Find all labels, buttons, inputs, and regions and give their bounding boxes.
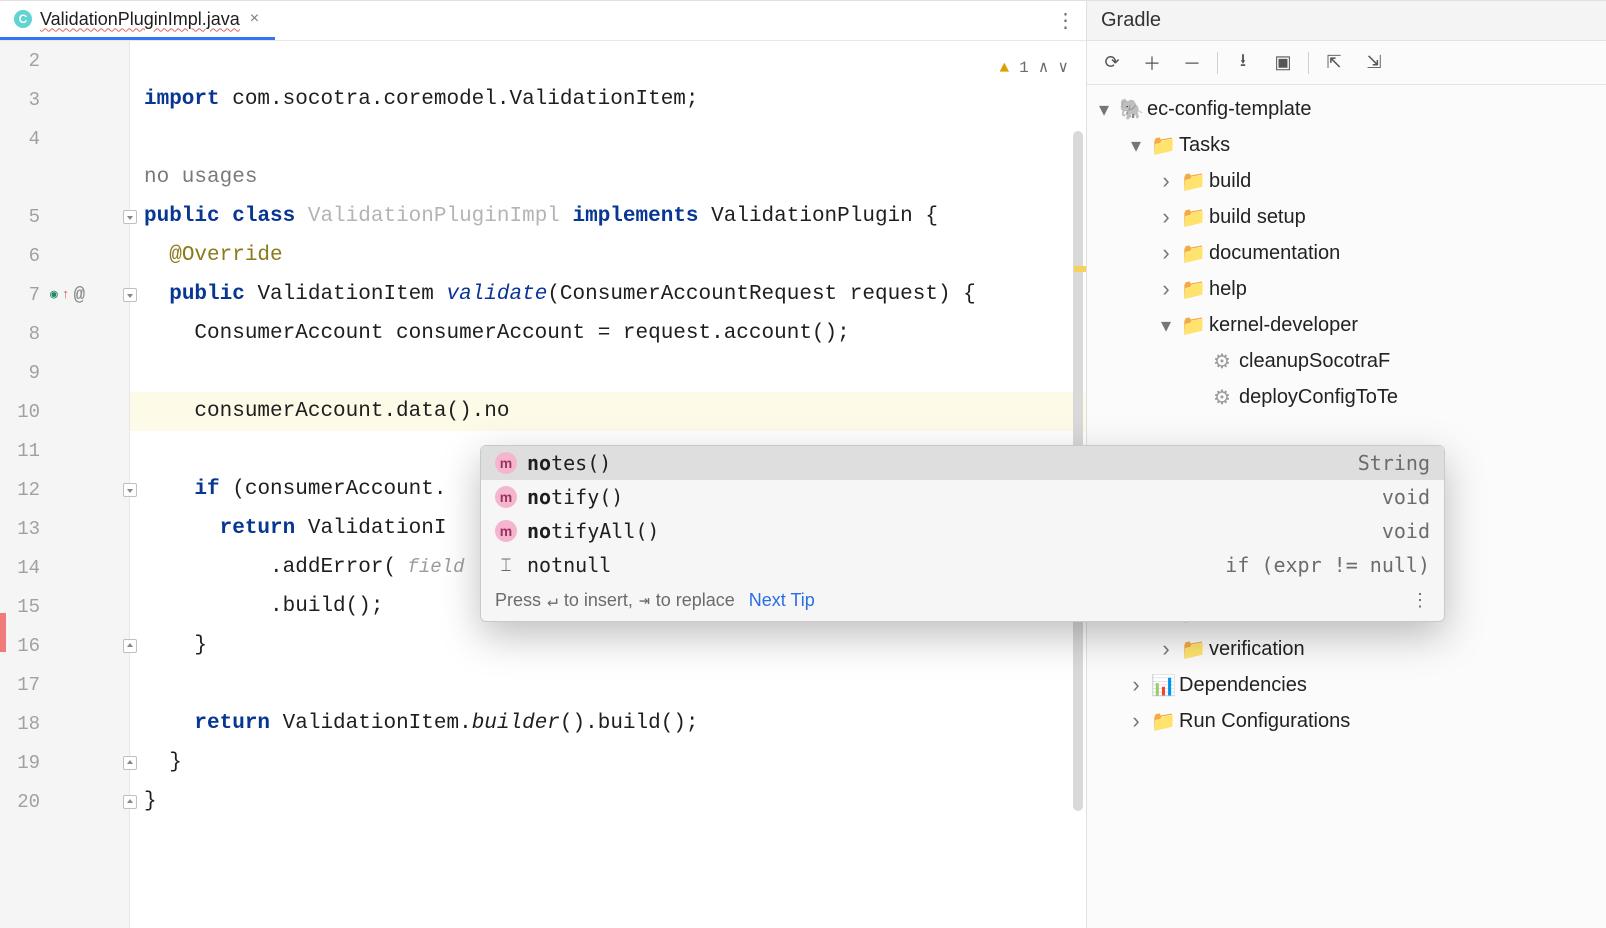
gradle-collapse-all-icon[interactable]: ⇲: [1357, 48, 1391, 78]
prev-highlight-icon[interactable]: ∧: [1039, 49, 1049, 88]
folder-icon: 📁: [1181, 313, 1203, 338]
completion-item[interactable]: m notes() String: [481, 446, 1444, 480]
completion-item[interactable]: m notify() void: [481, 480, 1444, 514]
override-at-icon: @: [74, 284, 85, 306]
gradle-task[interactable]: ⚙deployConfigToTe: [1087, 379, 1606, 415]
gradle-dependencies-node[interactable]: 📊Dependencies: [1087, 667, 1606, 703]
gradle-expand-all-icon[interactable]: ⇱: [1317, 48, 1351, 78]
gradle-task-group[interactable]: 📁help: [1087, 271, 1606, 307]
next-highlight-icon[interactable]: ∨: [1058, 49, 1068, 88]
folder-icon: 📁: [1151, 709, 1173, 734]
code-completion-popup: m notes() String m notify() void m notif…: [480, 445, 1445, 622]
gradle-download-icon[interactable]: ⭳: [1226, 48, 1260, 78]
folder-icon: 📁: [1181, 637, 1203, 662]
editor-tab-bar: C ValidationPluginImpl.java × ⋮: [0, 1, 1086, 41]
completion-footer: Press ↵ to insert, ⇥ to replace Next Tip…: [481, 582, 1444, 621]
folder-icon: 📁: [1151, 133, 1173, 158]
warning-count: 1: [1019, 49, 1029, 88]
gradle-toolbar: ⟳ ＋ － ⭳ ▣ ⇱ ⇲: [1087, 41, 1606, 85]
scrollbar-warning-marker[interactable]: [1074, 266, 1086, 272]
method-icon: m: [495, 520, 517, 542]
completion-item[interactable]: ⌶ notnull if (expr != null): [481, 548, 1444, 582]
gradle-run-icon[interactable]: ▣: [1266, 48, 1300, 78]
gradle-task-group[interactable]: 📁verification: [1087, 631, 1606, 667]
no-usages-inlay[interactable]: no usages: [144, 166, 257, 189]
deps-icon: 📊: [1151, 673, 1173, 698]
gradle-task-group[interactable]: 📁build: [1087, 163, 1606, 199]
gradle-project-node[interactable]: 🐘 ec-config-template: [1087, 91, 1606, 127]
gradle-elephant-icon: 🐘: [1119, 97, 1141, 122]
next-tip-link[interactable]: Next Tip: [749, 590, 815, 611]
folder-icon: 📁: [1181, 241, 1203, 266]
folder-icon: 📁: [1181, 169, 1203, 194]
method-icon: m: [495, 452, 517, 474]
gradle-remove-icon[interactable]: －: [1175, 48, 1209, 78]
gradle-task-group[interactable]: 📁documentation: [1087, 235, 1606, 271]
override-up-arrow-icon: ↑: [62, 287, 70, 302]
completion-item[interactable]: m notifyAll() void: [481, 514, 1444, 548]
warning-icon: ▲: [1000, 49, 1010, 88]
gear-icon: ⚙: [1211, 349, 1233, 374]
gradle-tasks-node[interactable]: 📁 Tasks: [1087, 127, 1606, 163]
gutter-change-marker[interactable]: [0, 613, 6, 652]
tab-overflow-button[interactable]: ⋮: [1046, 1, 1086, 40]
gradle-task-group[interactable]: 📁build setup: [1087, 199, 1606, 235]
inspection-widget[interactable]: ▲ 1 ∧ ∨: [1000, 49, 1069, 88]
template-icon: ⌶: [495, 554, 517, 576]
folder-icon: 📁: [1181, 277, 1203, 302]
editor-tab-active[interactable]: C ValidationPluginImpl.java ×: [0, 1, 275, 40]
completion-more-icon[interactable]: ⋮: [1411, 590, 1430, 611]
gradle-add-icon[interactable]: ＋: [1135, 48, 1169, 78]
class-file-icon: C: [14, 10, 32, 28]
close-tab-icon[interactable]: ×: [248, 10, 261, 28]
editor-gutter: 2 3 4 5 6 7 ◉ ↑ @ 8 9 10 11 12: [0, 41, 130, 928]
method-icon: m: [495, 486, 517, 508]
gear-icon: ⚙: [1211, 385, 1233, 410]
gradle-refresh-icon[interactable]: ⟳: [1095, 48, 1129, 78]
folder-icon: 📁: [1181, 205, 1203, 230]
editor-tab-filename: ValidationPluginImpl.java: [40, 9, 240, 30]
gradle-tool-window-title: Gradle: [1087, 1, 1606, 41]
gradle-task[interactable]: ⚙cleanupSocotraF: [1087, 343, 1606, 379]
gradle-task-group[interactable]: 📁kernel-developer: [1087, 307, 1606, 343]
gradle-run-configs-node[interactable]: 📁Run Configurations: [1087, 703, 1606, 739]
override-gutter-icon[interactable]: ◉: [50, 287, 58, 302]
